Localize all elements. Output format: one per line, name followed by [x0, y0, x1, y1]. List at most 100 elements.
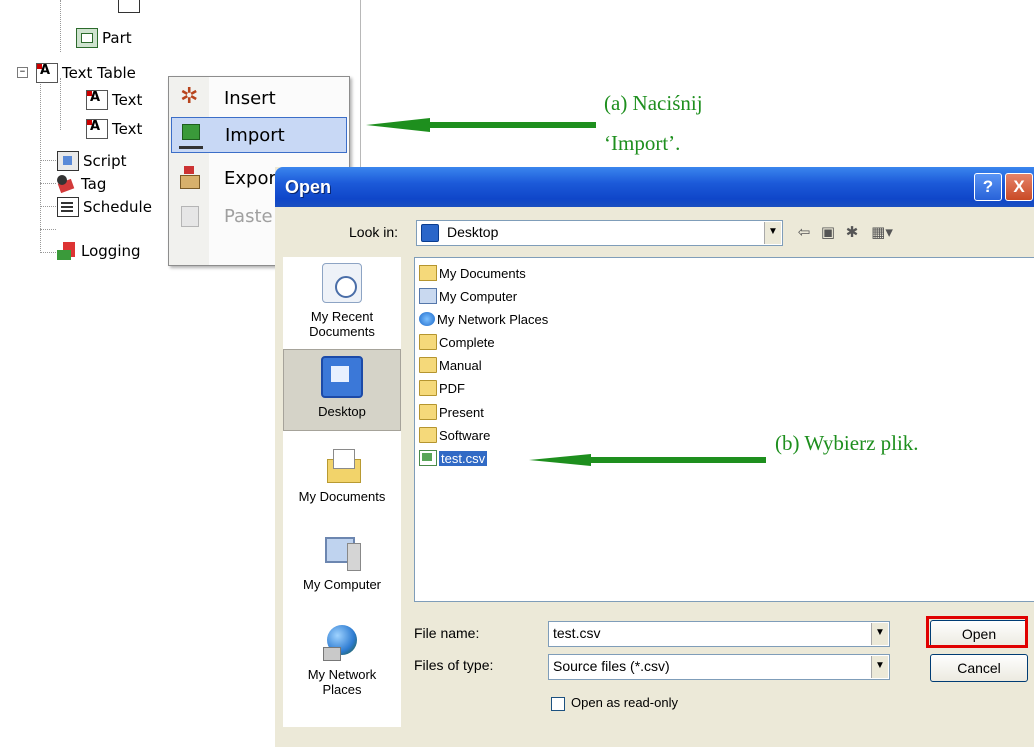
list-item[interactable]: Software [419, 425, 490, 445]
tree-item-label: Tag [81, 175, 107, 193]
up-folder-icon[interactable]: ▣ [817, 221, 839, 243]
list-item[interactable]: Manual [419, 355, 482, 375]
list-item[interactable]: My Network Places [419, 309, 548, 329]
list-item[interactable]: PDF [419, 378, 465, 398]
look-in-label: Look in: [349, 224, 399, 240]
file-name: Present [439, 404, 484, 420]
menu-item-label: Insert [224, 87, 276, 109]
list-item-selected[interactable]: test.csv [419, 448, 488, 468]
my-documents-icon [323, 445, 361, 483]
place-my-documents[interactable]: My Documents [283, 445, 401, 504]
part-icon [76, 28, 98, 48]
schedule-icon [57, 197, 79, 217]
tree-item-script[interactable]: Script [57, 150, 127, 172]
place-label: My Documents [298, 489, 386, 504]
view-menu-icon[interactable]: ▦▾ [867, 221, 897, 243]
look-in-value: Desktop [447, 224, 499, 240]
annotation-step-b: (b) Wybierz plik. [775, 431, 919, 455]
desktop-icon [321, 356, 363, 398]
file-name: Software [439, 427, 491, 443]
file-list[interactable]: My Documents My Computer My Network Plac… [414, 257, 1034, 602]
new-folder-icon[interactable]: ✱ [841, 221, 863, 243]
file-name-value: test.csv [553, 625, 601, 641]
folder-icon [419, 404, 437, 420]
tree-connector [60, 78, 61, 130]
place-label: My Network Places [307, 667, 377, 697]
tree-item-label: Schedule [83, 198, 152, 216]
logging-icon [57, 242, 77, 260]
tree-connector [40, 78, 41, 253]
file-name-field[interactable]: test.csv ▼ [548, 621, 890, 647]
tree-item-text[interactable]: Text [86, 118, 142, 140]
file-name: Manual [439, 357, 482, 373]
menu-item-label: Import [225, 124, 285, 146]
place-recent-documents[interactable]: My Recent Documents [283, 263, 401, 339]
tree-connector [40, 229, 56, 230]
back-icon[interactable]: ⇦ [793, 221, 815, 243]
chevron-down-icon[interactable]: ▼ [764, 222, 781, 244]
dialog-titlebar[interactable]: Open ? X [275, 167, 1034, 207]
file-name: PDF [439, 380, 465, 396]
place-my-computer[interactable]: My Computer [283, 533, 401, 592]
folder-icon [419, 427, 437, 443]
list-item[interactable]: Complete [419, 332, 495, 352]
my-computer-icon [323, 533, 361, 571]
read-only-checkbox[interactable] [551, 697, 565, 711]
annotation-step-a-line1: (a) Naciśnij [604, 91, 703, 115]
paste-icon [178, 204, 202, 228]
tree-item-label: Text Table [62, 64, 136, 82]
folder-icon [419, 357, 437, 373]
open-button-highlight [926, 616, 1028, 648]
tree-item-logging[interactable]: Logging [57, 240, 141, 262]
menu-item-insert[interactable]: Insert [171, 81, 345, 115]
recent-documents-icon [322, 263, 362, 303]
help-button[interactable]: ? [974, 173, 1002, 201]
annotation-arrow-a [366, 118, 596, 132]
file-type-label: Files of type: [414, 657, 494, 673]
tree-connector [40, 160, 56, 161]
dialog-title: Open [285, 177, 332, 197]
network-places-icon [419, 312, 435, 326]
collapse-expander[interactable]: − [17, 67, 28, 78]
my-documents-icon [419, 265, 437, 281]
annotation-step-a-line2: ‘Import’. [604, 131, 681, 155]
network-places-icon [323, 623, 361, 661]
file-name: My Computer [439, 288, 518, 304]
csv-file-icon [419, 450, 437, 466]
tree-item-label: Part [102, 29, 132, 47]
tree-item-text-table[interactable]: Text Table [36, 62, 136, 84]
close-button[interactable]: X [1005, 173, 1033, 201]
read-only-label: Open as read-only [571, 695, 678, 710]
place-desktop[interactable]: Desktop [283, 349, 401, 431]
menu-item-label: Paste [224, 205, 273, 227]
look-in-dropdown[interactable]: Desktop ▼ [416, 220, 783, 246]
tree-connector [40, 206, 56, 207]
tree-item-text[interactable]: Text [86, 89, 142, 111]
tree-item-tag[interactable]: Tag [57, 173, 106, 195]
my-computer-icon [419, 288, 437, 304]
file-name: My Documents [439, 265, 526, 281]
list-item[interactable]: Present [419, 402, 484, 422]
file-name-label: File name: [414, 625, 480, 641]
tree-item-keypad[interactable] [118, 0, 144, 14]
text-table-icon [86, 90, 108, 110]
place-label: Desktop [318, 404, 366, 419]
chevron-down-icon[interactable]: ▼ [871, 656, 888, 678]
tree-connector [60, 0, 61, 52]
import-icon [179, 122, 203, 149]
tree-item-label: Text [112, 91, 143, 109]
places-bar: My Recent Documents Desktop My Documents… [283, 257, 401, 727]
cancel-button[interactable]: Cancel [930, 654, 1028, 682]
file-type-dropdown[interactable]: Source files (*.csv) ▼ [548, 654, 890, 680]
annotation-arrow-b [529, 454, 766, 466]
chevron-down-icon[interactable]: ▼ [871, 623, 888, 645]
folder-icon [419, 380, 437, 396]
place-network-places[interactable]: My Network Places [283, 623, 401, 697]
menu-item-import[interactable]: Import [171, 117, 347, 153]
list-item[interactable]: My Documents [419, 263, 526, 283]
tree-item-part[interactable]: Part [76, 27, 132, 49]
place-label: My Computer [302, 577, 382, 592]
file-name: My Network Places [437, 311, 549, 327]
list-item[interactable]: My Computer [419, 286, 517, 306]
tree-item-schedule[interactable]: Schedule [57, 196, 152, 218]
